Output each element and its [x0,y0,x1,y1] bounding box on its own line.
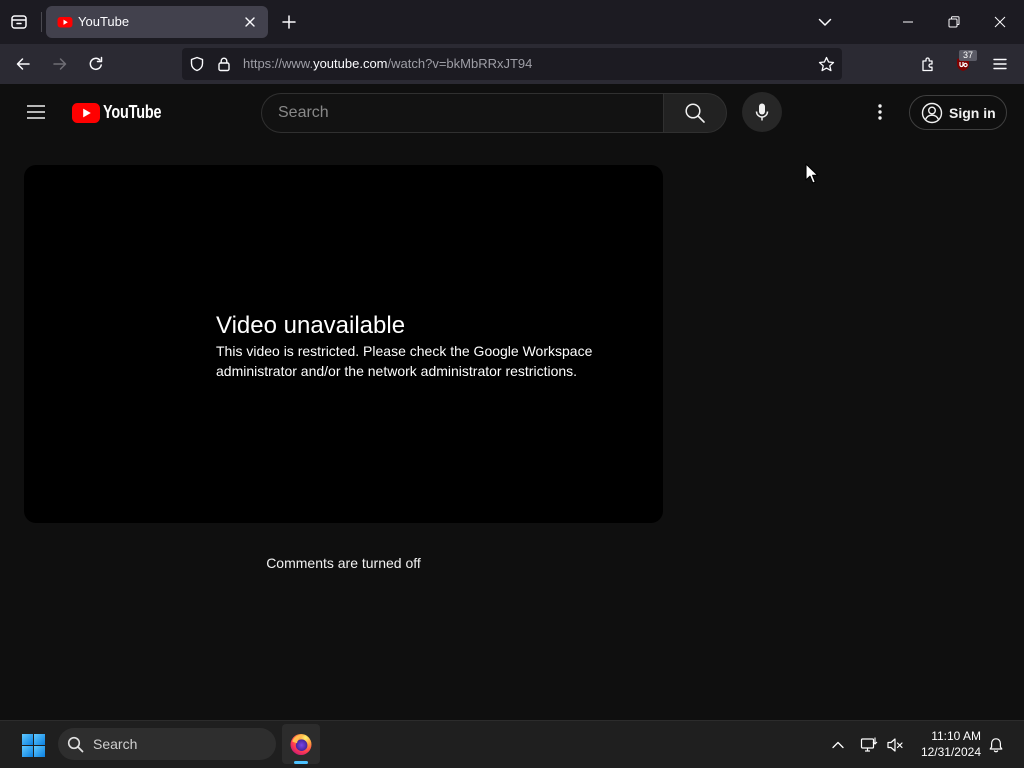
ublock-badge-count: 37 [959,50,977,61]
url-path: /watch?v=bkMbRRxJT94 [387,56,533,71]
hamburger-menu-icon [27,105,45,119]
notifications-button[interactable] [986,735,1006,755]
star-icon [818,56,834,71]
guide-menu-button[interactable] [24,100,48,124]
hamburger-menu-icon [993,58,1007,70]
chevron-down-icon [818,18,832,26]
address-bar[interactable]: https://www.youtube.com/watch?v=bkMbRRxJ… [182,48,842,80]
search-button[interactable] [663,93,727,133]
network-monitor-icon [860,737,878,752]
clock-time: 11:10 AM [931,729,981,743]
window-minimize-button[interactable] [898,12,918,32]
account-circle-icon [921,102,943,124]
arrow-right-icon [53,58,67,70]
firefox-view-icon [11,15,27,29]
error-title: Video unavailable [216,312,406,339]
sign-in-label: Sign in [949,105,996,121]
mouse-pointer-icon [805,163,819,184]
search-box[interactable] [261,93,663,133]
active-app-indicator [294,761,308,764]
youtube-favicon-icon [57,17,73,28]
firefox-view-button[interactable] [9,12,29,32]
window-close-button[interactable] [990,12,1010,32]
clock-date: 12/31/2024 [920,745,981,759]
video-player[interactable]: Video unavailable This video is restrict… [24,165,663,523]
taskbar-search-box[interactable]: Search [58,728,276,760]
puzzle-piece-icon [922,57,933,72]
reload-icon [89,56,103,71]
tab-youtube[interactable]: YouTube [46,6,268,38]
arrow-left-icon [16,58,30,70]
reload-button[interactable] [86,54,106,74]
plus-icon [282,15,296,29]
network-status-button[interactable] [859,735,879,755]
search-input[interactable] [278,94,648,132]
youtube-logo-text: YouTube [103,102,162,122]
search-icon [67,736,84,753]
chevron-up-icon [832,741,844,749]
start-button[interactable] [14,726,52,764]
windows-logo-icon [21,733,45,757]
restore-icon [948,16,960,28]
list-all-tabs-button[interactable] [815,12,835,32]
error-message-line: This video is restricted. Please check t… [216,343,593,359]
browser-toolbar: https://www.youtube.com/watch?v=bkMbRRxJ… [0,44,1024,84]
system-clock[interactable]: 11:10 AM 12/31/2024 [900,728,981,760]
show-hidden-icons-button[interactable] [828,735,848,755]
lock-icon [218,57,230,72]
back-button[interactable] [13,54,33,74]
settings-more-button[interactable] [868,100,892,124]
sign-in-button[interactable]: Sign in [909,95,1007,130]
close-icon [994,16,1006,28]
app-menu-button[interactable] [990,54,1010,74]
bookmark-page-button[interactable] [816,54,836,74]
extensions-button[interactable] [918,54,938,74]
close-icon [245,17,255,27]
firefox-icon [290,734,312,755]
search-icon [685,103,705,123]
youtube-masthead: YouTube Sign in [0,84,1024,140]
windows-taskbar: Search 11:10 AM 12/31/2024 [0,720,1024,768]
url-scheme: https://www. [243,56,314,71]
tab-close-button[interactable] [242,14,258,30]
more-vertical-icon [878,104,882,120]
tab-separator [41,12,42,32]
taskbar-app-firefox[interactable] [282,724,320,764]
shield-icon [190,56,204,72]
comments-status: Comments are turned off [266,555,421,571]
voice-search-button[interactable] [742,92,782,132]
youtube-home-logo[interactable]: YouTube [72,98,172,126]
new-tab-button[interactable] [279,12,299,32]
browser-tab-bar: YouTube [0,0,1024,44]
minimize-icon [903,21,913,23]
bell-icon [989,738,1003,753]
url-text[interactable]: https://www.youtube.com/watch?v=bkMbRRxJ… [243,56,532,72]
tracking-protection-button[interactable] [187,54,207,74]
taskbar-search-label: Search [93,736,138,752]
forward-button[interactable] [50,54,70,74]
error-message-line: administrator and/or the network adminis… [216,363,578,379]
window-restore-button[interactable] [944,12,964,32]
microphone-icon [755,103,769,121]
url-domain: youtube.com [313,56,388,71]
youtube-logo-icon [72,103,100,123]
tab-title: YouTube [78,14,130,29]
site-info-button[interactable] [214,54,234,74]
